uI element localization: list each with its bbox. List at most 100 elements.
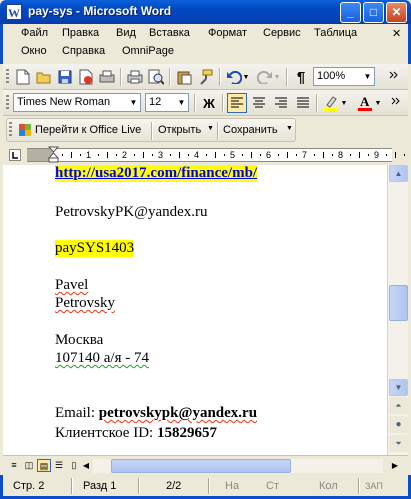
horizontal-scrollbar[interactable] — [93, 459, 383, 473]
open-live-button[interactable]: Открыть — [158, 124, 201, 136]
menu-bar: Файл Правка Вид Вставка Формат Сервис Та… — [0, 24, 411, 64]
ruler-number: 4 — [194, 150, 200, 160]
tab-selector[interactable] — [9, 149, 21, 161]
menu-tools[interactable]: Сервис — [263, 27, 301, 39]
toolbar-grip[interactable] — [9, 122, 12, 138]
ruler-tick — [143, 152, 144, 158]
permission-icon[interactable] — [76, 67, 96, 87]
ruler-tick — [134, 154, 135, 156]
undo-dropdown-icon[interactable]: ▼ — [241, 67, 251, 87]
menu-file[interactable]: Файл — [21, 27, 48, 39]
next-page-button[interactable]: ⏷ — [389, 435, 408, 452]
align-left-icon[interactable] — [227, 93, 247, 113]
align-justify-icon[interactable] — [293, 93, 313, 113]
bold-button[interactable]: Ж — [199, 93, 219, 113]
toolbar-separator — [169, 68, 171, 86]
zoom-combo[interactable]: 100% ▼ — [313, 67, 375, 86]
previous-page-button[interactable]: ⏶ — [389, 397, 408, 414]
ruler-tick — [242, 154, 243, 156]
indent-marker-icon[interactable] — [47, 146, 60, 167]
font-color-dropdown-icon[interactable]: ▼ — [373, 93, 383, 113]
save-dropdown-icon[interactable]: ▼ — [286, 125, 293, 132]
doc-email-value: petrovskypk@yandex.ru — [98, 405, 258, 421]
print-layout-icon[interactable]: ▤ — [37, 459, 51, 472]
web-view-icon[interactable]: ◫ — [22, 459, 36, 472]
menu-view[interactable]: Вид — [116, 27, 136, 39]
toolbar-grip[interactable] — [6, 95, 9, 111]
menu-table[interactable]: Таблица — [314, 27, 357, 39]
menu-omnipage[interactable]: OmniPage — [122, 45, 174, 57]
toolbar-grip[interactable] — [6, 69, 9, 85]
close-button[interactable]: ✕ — [386, 2, 407, 23]
document-area[interactable]: http://usa2017.com/finance/mb/ Petrovsky… — [3, 165, 387, 455]
menu-close-doc-icon[interactable]: ✕ — [392, 27, 404, 40]
save-icon[interactable] — [55, 67, 75, 87]
paste-icon[interactable] — [174, 67, 194, 87]
doc-link[interactable]: http://usa2017.com/finance/mb/ — [55, 165, 258, 182]
office-live-icon[interactable] — [15, 120, 35, 140]
new-document-icon[interactable] — [13, 67, 33, 87]
horizontal-ruler[interactable]: 1 2 3 4 5 6 7 8 9 — [27, 146, 405, 163]
window-title: pay-sys - Microsoft Word — [28, 4, 172, 18]
normal-view-icon[interactable]: ≡ — [7, 459, 21, 472]
maximize-button[interactable]: □ — [363, 2, 384, 23]
outline-view-icon[interactable]: ☰ — [52, 459, 66, 472]
status-column: Кол — [319, 480, 338, 492]
status-page: Стр. 2 — [13, 480, 45, 492]
print-preview-icon[interactable] — [97, 67, 117, 87]
horizontal-scroll-thumb[interactable] — [111, 459, 291, 473]
print-preview-magnifier-icon[interactable] — [146, 67, 166, 87]
highlight-icon[interactable] — [321, 93, 341, 113]
doc-client-id: 15829657 — [156, 425, 217, 441]
go-to-office-live-button[interactable]: Перейти к Office Live — [35, 124, 141, 136]
standard-toolbar: ▼ ▼ ¶ 100% ▼ — [3, 64, 408, 90]
ruler-number: 1 — [86, 150, 92, 160]
status-rec[interactable]: ЗАП — [365, 481, 383, 491]
redo-dropdown-icon[interactable]: ▼ — [272, 67, 282, 87]
vertical-scrollbar[interactable]: ▲ ▼ ⏶ ● ⏷ — [387, 165, 408, 455]
font-size-combo[interactable]: 12 ▼ — [145, 93, 189, 112]
title-bar[interactable]: W pay-sys - Microsoft Word _ □ ✕ — [0, 0, 411, 24]
ruler-tick — [314, 154, 315, 156]
word-app-icon[interactable]: W — [6, 4, 22, 20]
toolbar-separator — [217, 122, 219, 140]
open-dropdown-icon[interactable]: ▼ — [207, 125, 214, 132]
font-color-icon[interactable]: A — [355, 93, 375, 113]
vertical-scroll-thumb[interactable] — [389, 285, 408, 321]
status-separator — [208, 478, 210, 494]
highlight-dropdown-icon[interactable]: ▼ — [339, 93, 349, 113]
show-formatting-icon[interactable]: ¶ — [291, 67, 311, 87]
hscroll-left-button[interactable]: ◀ — [79, 459, 93, 472]
font-name-combo[interactable]: Times New Roman ▼ — [13, 93, 141, 112]
align-center-icon[interactable] — [249, 93, 269, 113]
chevron-down-icon[interactable]: ▼ — [175, 94, 188, 111]
toolbar-options-icon[interactable] — [384, 67, 404, 87]
select-browse-object-icon[interactable]: ● — [389, 416, 408, 433]
status-separator — [138, 478, 140, 494]
print-icon[interactable] — [125, 67, 145, 87]
ruler-tick — [404, 154, 405, 156]
save-live-button[interactable]: Сохранить — [223, 124, 278, 136]
doc-client-row: Клиентское ID: 15829657 — [55, 425, 217, 442]
font-size-value: 12 — [149, 96, 162, 108]
scroll-down-button[interactable]: ▼ — [389, 379, 408, 396]
align-right-icon[interactable] — [271, 93, 291, 113]
document-page[interactable]: http://usa2017.com/finance/mb/ Petrovsky… — [3, 165, 387, 455]
format-painter-icon[interactable] — [195, 67, 215, 87]
minimize-button[interactable]: _ — [340, 2, 361, 23]
chevron-down-icon[interactable]: ▼ — [361, 68, 374, 85]
open-folder-icon[interactable] — [34, 67, 54, 87]
menu-window[interactable]: Окно — [21, 45, 47, 57]
hscroll-right-button[interactable]: ▶ — [388, 459, 402, 472]
ruler-tick — [368, 154, 369, 156]
menu-insert[interactable]: Вставка — [149, 27, 190, 39]
ruler-number: 3 — [158, 150, 164, 160]
toolbar-options-icon[interactable] — [386, 93, 406, 113]
menu-format[interactable]: Формат — [208, 27, 247, 39]
menu-help[interactable]: Справка — [62, 45, 105, 57]
chevron-down-icon[interactable]: ▼ — [127, 94, 140, 111]
menu-edit[interactable]: Правка — [62, 27, 99, 39]
scroll-up-button[interactable]: ▲ — [389, 165, 408, 182]
doc-email-row: Email: petrovskypk@yandex.ru — [55, 405, 257, 422]
ruler-tick — [260, 154, 261, 156]
